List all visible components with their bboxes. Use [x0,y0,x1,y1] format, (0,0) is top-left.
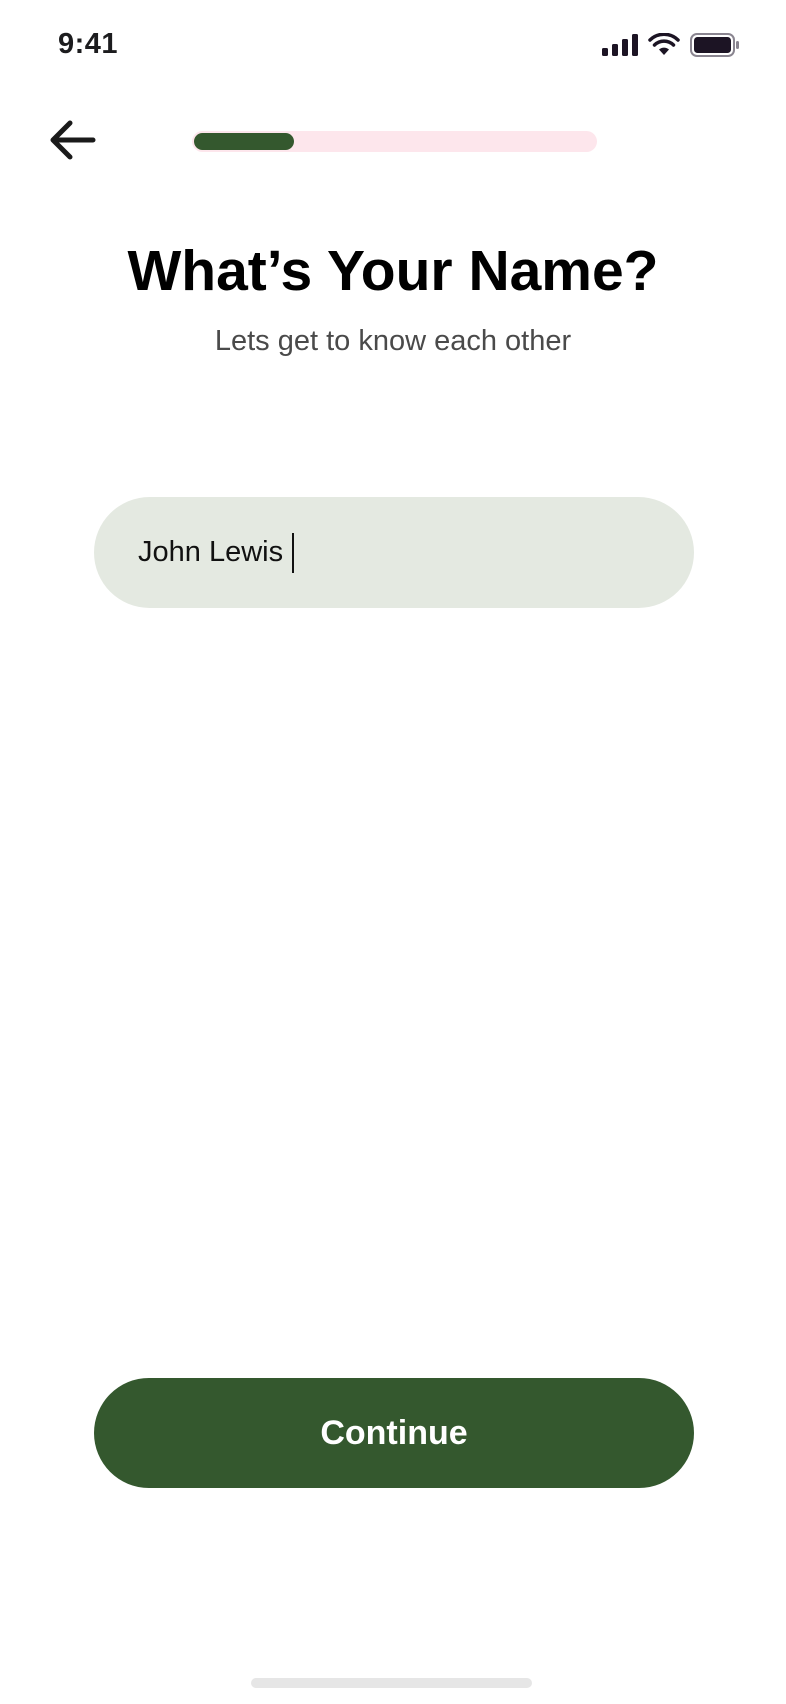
back-button[interactable] [40,112,104,172]
cellular-signal-icon [602,34,638,61]
continue-button[interactable]: Continue [94,1378,694,1488]
status-icons [602,32,740,62]
progress-bar [192,131,597,152]
status-time: 9:41 [58,28,119,60]
progress-bar-fill [194,133,294,150]
status-bar: 9:41 [0,0,786,96]
name-input[interactable]: John Lewis [94,497,694,608]
page-subtitle: Lets get to know each other [214,325,572,357]
arrow-left-icon [48,119,96,166]
home-indicator [251,1678,532,1688]
text-cursor [292,532,295,573]
wifi-icon [648,32,680,62]
name-input-value: John Lewis [138,536,284,568]
battery-icon [690,33,740,62]
page-title: What’s Your Name? [127,239,659,303]
